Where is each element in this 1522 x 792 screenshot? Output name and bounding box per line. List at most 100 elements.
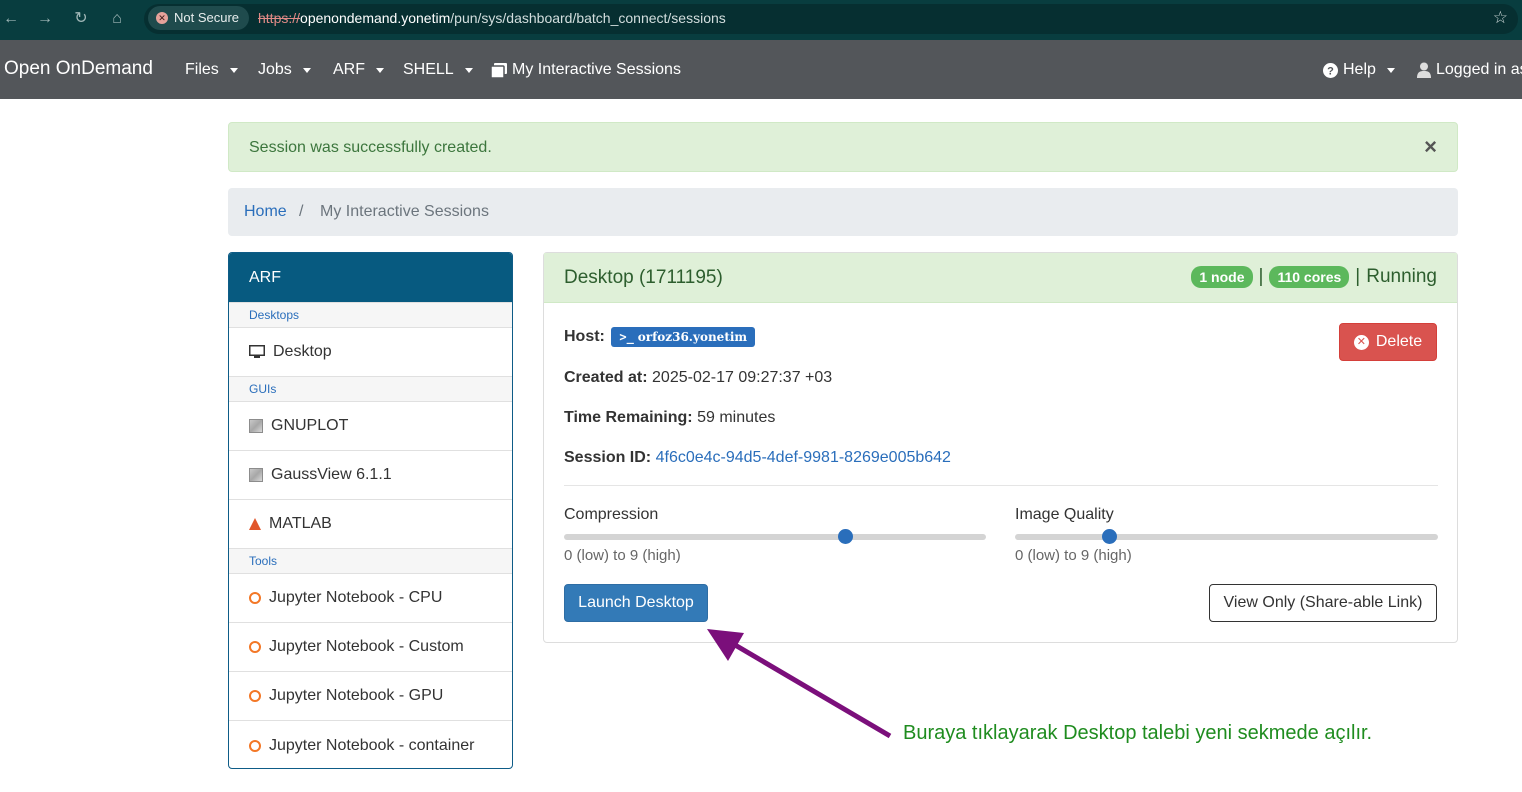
image-quality-hint: 0 (low) to 9 (high) [1015,547,1132,564]
image-quality-label: Image Quality [1015,506,1114,523]
gaussview-icon [249,468,263,482]
logged-in-user[interactable]: Logged in as [1417,61,1522,79]
breadcrumb-current: My Interactive Sessions [320,203,489,220]
sidebar-category-desktops: Desktops [229,302,512,328]
time-remaining-value: 59 minutes [697,409,776,426]
breadcrumb-home-link[interactable]: Home [244,203,287,221]
compression-slider-handle[interactable] [838,529,854,544]
time-remaining-field: Time Remaining: 59 minutes [564,409,775,427]
security-indicator[interactable]: ✕ Not Secure [148,6,250,30]
session-title: Desktop (1711195) [564,267,723,288]
caret-down-icon [464,67,473,73]
created-value: 2025-02-17 09:27:37 +03 [652,369,833,386]
apps-sidebar: ARF Desktops Desktop GUIs GNUPLOT GaussV… [228,252,513,769]
session-card-header: Desktop (1711195) 1 node | 110 cores | R… [544,253,1457,303]
back-arrow-icon[interactable]: ← [0,8,22,30]
nav-sessions-link[interactable]: My Interactive Sessions [491,61,681,79]
annotation-arrow-shaft [728,639,892,739]
sidebar-item-label: Jupyter Notebook - GPU [269,687,444,704]
sidebar-item-label: Jupyter Notebook - Custom [269,638,464,655]
sidebar-item-label: GNUPLOT [271,417,349,434]
breadcrumb-separator: / [299,203,304,220]
image-quality-slider-handle[interactable] [1102,529,1117,544]
jupyter-icon [249,641,261,653]
breadcrumb: Home / My Interactive Sessions [228,188,1458,236]
security-label: Not Secure [174,10,240,25]
app-navbar: Open OnDemand Files Jobs ARF SHELL My In… [0,40,1522,99]
sidebar-category-tools: Tools [229,548,512,574]
status-separator: | [1355,266,1361,287]
sidebar-item-label: Jupyter Notebook - CPU [269,589,443,606]
sidebar-item-gaussview[interactable]: GaussView 6.1.1 [229,451,512,500]
divider [564,485,1438,486]
browser-toolbar: ← → ↻ ⌂ ✕ Not Secure https://openondeman… [0,0,1522,40]
nav-arf-menu[interactable]: ARF [333,61,384,79]
sidebar-item-jupyter-gpu[interactable]: Jupyter Notebook - GPU [229,672,512,721]
caret-down-icon [302,67,311,73]
host-shell-button[interactable]: >_ orfoz36.yonetim [611,327,756,347]
warning-icon: ✕ [156,12,168,24]
nav-help-menu[interactable]: ? Help [1323,61,1395,79]
sidebar-item-matlab[interactable]: MATLAB [229,500,512,549]
session-id-label: Session ID: [564,449,652,466]
created-field: Created at: 2025-02-17 09:27:37 +03 [564,369,832,387]
sidebar-header: ARF [229,253,512,302]
windows-icon [491,62,507,78]
session-id-link[interactable]: 4f6c0e4c-94d5-4def-9981-8269e005b642 [656,449,951,466]
url-text[interactable]: https://openondemand.yonetim/pun/sys/das… [258,10,726,26]
sidebar-item-label: Desktop [273,343,332,360]
sidebar-item-jupyter-container[interactable]: Jupyter Notebook - container [229,721,512,768]
sidebar-item-gnuplot[interactable]: GNUPLOT [229,402,512,451]
brand-link[interactable]: Open OnDemand [4,58,153,80]
sidebar-item-label: MATLAB [269,515,332,532]
sidebar-category-guis: GUIs [229,376,512,402]
host-field: Host: >_ orfoz36.yonetim [564,327,756,347]
terminal-icon: >_ [619,330,634,344]
sidebar-item-label: Jupyter Notebook - container [269,736,475,754]
host-label: Host: [564,328,605,346]
sidebar-item-jupyter-custom[interactable]: Jupyter Notebook - Custom [229,623,512,672]
launch-desktop-button[interactable]: Launch Desktop [564,584,708,622]
user-icon [1417,62,1431,78]
nav-files-menu[interactable]: Files [185,61,238,79]
times-circle-icon: ✕ [1353,334,1369,350]
sidebar-item-jupyter-cpu[interactable]: Jupyter Notebook - CPU [229,574,512,623]
session-status: Running [1366,266,1437,287]
nav-jobs-menu[interactable]: Jobs [258,61,311,79]
monitor-icon [249,345,265,358]
jupyter-icon [249,592,261,604]
compression-hint: 0 (low) to 9 (high) [564,547,681,564]
cores-badge: 110 cores [1269,266,1350,288]
sidebar-item-label: GaussView 6.1.1 [271,466,392,483]
question-circle-icon: ? [1323,62,1338,78]
sidebar-item-desktop[interactable]: Desktop [229,328,512,377]
created-label: Created at: [564,369,648,386]
session-card: Desktop (1711195) 1 node | 110 cores | R… [543,252,1458,643]
view-only-link-button[interactable]: View Only (Share-able Link) [1209,584,1437,622]
nodes-badge: 1 node [1191,266,1253,288]
session-id-field: Session ID: 4f6c0e4c-94d5-4def-9981-8269… [564,449,951,467]
svg-text:?: ? [1327,65,1334,77]
image-quality-slider[interactable] [1015,529,1438,544]
reload-icon[interactable]: ↻ [70,8,92,30]
session-status-group: 1 node | 110 cores | Running [1191,266,1437,288]
caret-down-icon [1386,67,1395,73]
annotation-text: Buraya tıklayarak Desktop talebi yeni se… [903,722,1373,744]
compression-label: Compression [564,506,659,523]
home-icon[interactable]: ⌂ [106,8,128,30]
close-icon[interactable]: × [1424,135,1437,159]
compression-slider[interactable] [564,529,986,544]
delete-button[interactable]: ✕ Delete [1339,323,1437,361]
nav-shell-menu[interactable]: SHELL [403,61,473,79]
matlab-icon [249,518,261,530]
jupyter-icon [249,739,261,752]
caret-down-icon [229,67,238,73]
bookmark-star-icon[interactable]: ☆ [1493,8,1508,28]
success-alert: Session was successfully created. × [228,122,1458,172]
jupyter-icon [249,690,261,702]
alert-message: Session was successfully created. [249,139,492,156]
forward-arrow-icon[interactable]: → [34,8,56,30]
delete-button-label: Delete [1375,333,1423,350]
gnuplot-icon [249,419,263,433]
host-value: orfoz36.yonetim [637,330,748,344]
